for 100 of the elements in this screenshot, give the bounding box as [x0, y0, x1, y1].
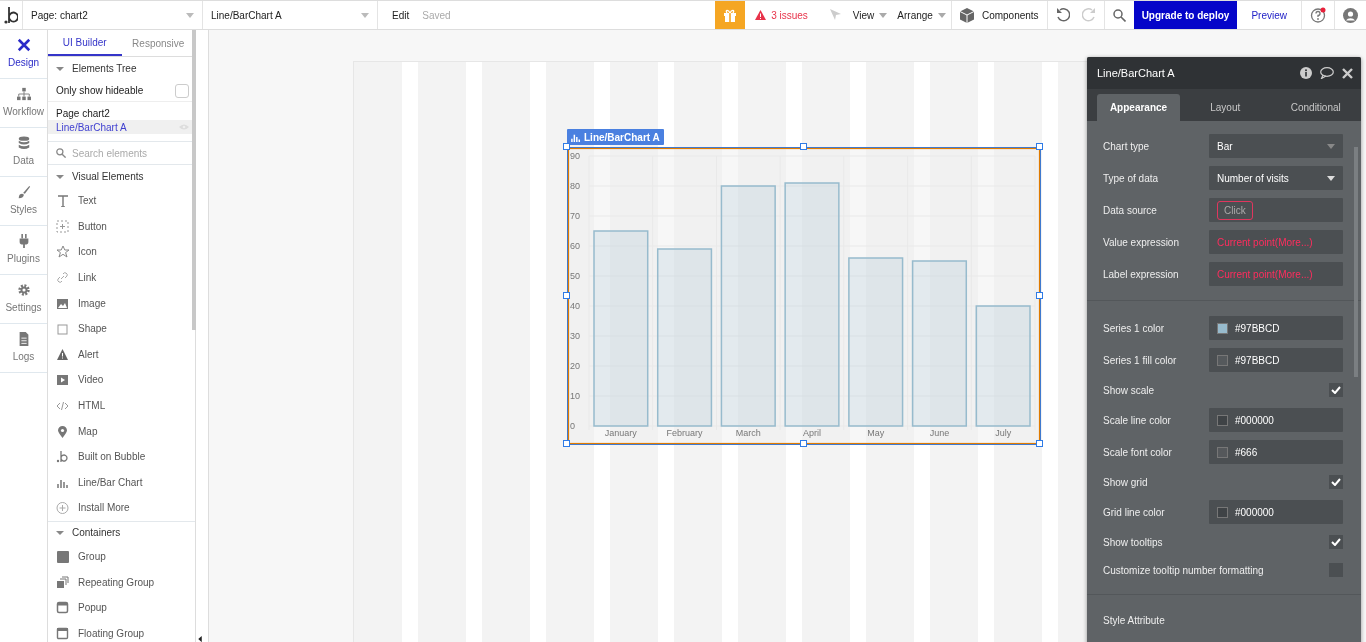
axis-label: 50 — [570, 271, 580, 281]
resize-handle[interactable] — [799, 440, 807, 447]
element-item[interactable]: Alert — [48, 341, 195, 368]
field-label: Scale line color — [1103, 413, 1171, 428]
element-item[interactable]: Group — [48, 543, 195, 570]
axis-label: 90 — [570, 151, 580, 161]
avatar-icon[interactable] — [1343, 7, 1358, 23]
page-dropdown[interactable]: Page: chart2 — [23, 1, 203, 29]
view-menu[interactable]: View — [847, 1, 893, 29]
rail-tab[interactable]: Design — [0, 30, 47, 79]
resize-handle[interactable] — [1036, 291, 1043, 299]
gift-icon — [723, 8, 738, 22]
axis-label: January — [603, 428, 638, 438]
element-item[interactable]: Line/Bar Chart — [48, 469, 195, 496]
comment-icon[interactable] — [1320, 67, 1334, 79]
caret-down-icon[interactable] — [56, 528, 64, 537]
rail-tab[interactable]: Workflow — [0, 79, 47, 128]
field-label: Value expression — [1103, 235, 1179, 250]
axis-label: 80 — [570, 181, 580, 191]
edit-menu[interactable]: Edit — [392, 7, 410, 23]
search-icon[interactable] — [1112, 8, 1126, 22]
click-button[interactable]: Click — [1217, 200, 1253, 220]
color-field[interactable]: #000000 — [1209, 500, 1343, 524]
checkbox[interactable] — [175, 83, 189, 98]
resize-handle[interactable] — [799, 143, 807, 150]
element-item[interactable]: Floating Group — [48, 620, 195, 642]
search-icon — [56, 148, 66, 158]
rail-tab[interactable]: Logs — [0, 324, 47, 373]
rail-tab[interactable]: Settings — [0, 275, 47, 324]
close-icon[interactable] — [1342, 67, 1353, 79]
color-swatch[interactable] — [1217, 446, 1228, 458]
axis-label: May — [866, 428, 886, 438]
axis-label: June — [928, 428, 951, 438]
element-item[interactable]: Button — [48, 213, 195, 240]
map-pin-icon — [56, 424, 69, 438]
tree-item[interactable]: Page chart2 — [48, 106, 195, 120]
element-item[interactable]: Text — [48, 188, 195, 214]
element-item[interactable]: Shape — [48, 315, 195, 342]
rail-tab[interactable]: Plugins — [0, 226, 47, 275]
gift-button[interactable] — [715, 1, 746, 29]
caret-down-icon[interactable] — [56, 64, 64, 73]
resize-handle[interactable] — [1036, 143, 1043, 150]
tree-item[interactable]: Line/BarChart A — [48, 120, 195, 134]
resize-handle[interactable] — [563, 143, 570, 150]
checkbox[interactable] — [1329, 475, 1343, 489]
save-status: Saved — [422, 8, 451, 23]
axis-label: March — [734, 428, 762, 438]
field-label: Series 1 color — [1103, 321, 1165, 336]
field-label: Customize tooltip number formatting — [1103, 563, 1264, 578]
dropdown[interactable]: Bar — [1209, 134, 1343, 158]
checkbox[interactable] — [1329, 383, 1343, 397]
element-item[interactable]: Repeating Group — [48, 569, 195, 595]
scrollbar-thumb[interactable] — [192, 30, 196, 330]
panel-tab[interactable]: Layout — [1180, 94, 1271, 121]
rail-tab[interactable]: Data — [0, 128, 47, 177]
axis-label: 20 — [570, 361, 580, 371]
element-item[interactable]: Image — [48, 290, 195, 316]
field-label: Series 1 fill color — [1103, 353, 1177, 368]
axis-label: 0 — [570, 421, 575, 431]
issues-button[interactable]: 3 issues — [745, 1, 816, 29]
color-swatch[interactable] — [1217, 506, 1228, 518]
element-item[interactable]: Popup — [48, 594, 195, 621]
upgrade-button[interactable]: Upgrade to deploy — [1133, 1, 1238, 29]
sidebar-tab[interactable]: Responsive — [121, 30, 195, 56]
field-label: Data source — [1103, 203, 1157, 218]
element-item[interactable]: Video — [48, 367, 195, 393]
color-swatch[interactable] — [1217, 354, 1228, 366]
panel-tab[interactable]: Conditional — [1270, 94, 1361, 121]
color-field[interactable]: #97BBCD — [1209, 316, 1343, 340]
element-item[interactable]: Install More — [48, 495, 195, 521]
window-icon — [56, 601, 69, 615]
dropdown[interactable]: Number of visits — [1209, 166, 1343, 190]
color-field[interactable]: #000000 — [1209, 408, 1343, 432]
color-field[interactable]: #97BBCD — [1209, 348, 1343, 372]
element-item[interactable]: Icon — [48, 239, 195, 265]
undo-icon[interactable] — [1055, 8, 1070, 22]
color-swatch[interactable] — [1217, 322, 1228, 334]
color-swatch[interactable] — [1217, 414, 1228, 426]
resize-handle[interactable] — [563, 440, 570, 447]
preview-link[interactable]: Preview — [1237, 1, 1302, 29]
help-icon[interactable] — [1310, 7, 1326, 23]
element-dropdown[interactable]: Line/BarChart A — [203, 1, 378, 29]
element-item[interactable]: HTML — [48, 392, 195, 419]
caret-down-icon[interactable] — [56, 172, 64, 181]
checkbox[interactable] — [1329, 535, 1343, 549]
element-tag[interactable]: Line/BarChart A — [567, 129, 664, 145]
resize-handle[interactable] — [1036, 440, 1043, 447]
logo-icon[interactable] — [4, 5, 18, 25]
element-item[interactable]: Map — [48, 418, 195, 444]
components-button[interactable]: Components — [951, 1, 1048, 29]
collapse-icon[interactable] — [198, 635, 202, 642]
resize-handle[interactable] — [563, 291, 570, 299]
sidebar-tab[interactable]: UI Builder — [48, 30, 122, 56]
panel-tab[interactable]: Appearance — [1097, 94, 1180, 121]
info-icon[interactable] — [1300, 67, 1312, 79]
element-item[interactable]: Built on Bubble — [48, 443, 195, 470]
element-item[interactable]: Link — [48, 264, 195, 291]
rail-tab[interactable]: Styles — [0, 177, 47, 226]
arrange-menu[interactable]: Arrange — [892, 1, 952, 29]
color-field[interactable]: #666 — [1209, 440, 1343, 464]
